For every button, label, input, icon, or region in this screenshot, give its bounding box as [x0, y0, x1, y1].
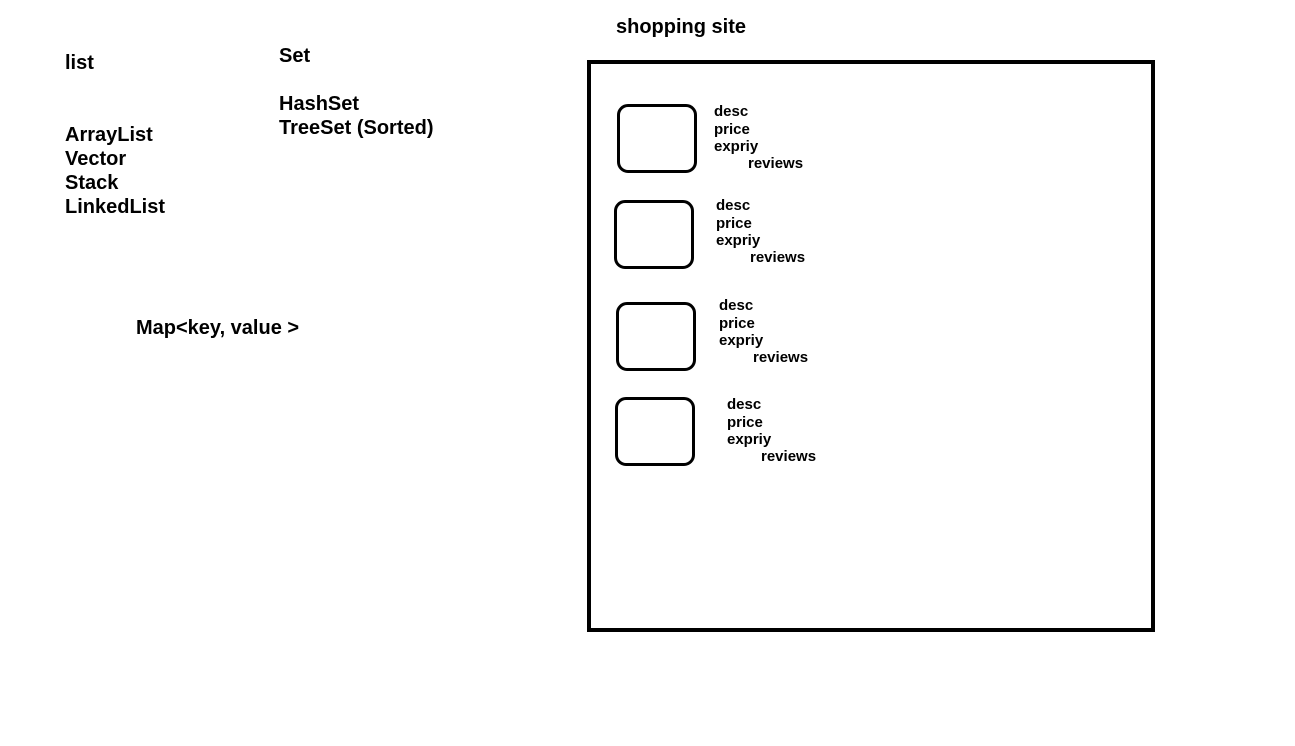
product-desc: desc: [727, 396, 762, 413]
set-item-hashset: HashSet: [279, 93, 360, 115]
product-expiry: expriy: [716, 232, 761, 249]
product-reviews: reviews: [748, 155, 804, 172]
list-item-stack: Stack: [65, 172, 119, 194]
product-image-placeholder: [616, 302, 696, 371]
list-item-vector: Vector: [65, 148, 127, 170]
product-desc: desc: [719, 297, 754, 314]
set-heading: Set: [279, 45, 311, 67]
list-item-arraylist: ArrayList: [65, 124, 153, 146]
product-expiry: expriy: [714, 138, 759, 155]
product-reviews: reviews: [761, 448, 817, 465]
shopping-site-title: shopping site: [616, 16, 746, 38]
product-desc: desc: [714, 103, 749, 120]
product-expiry: expriy: [727, 431, 772, 448]
map-label: Map<key, value >: [136, 317, 300, 339]
product-price: price: [714, 121, 750, 138]
product-price: price: [727, 414, 763, 431]
product-image-placeholder: [617, 104, 697, 173]
product-desc: desc: [716, 197, 751, 214]
product-image-placeholder: [614, 200, 694, 269]
product-price: price: [719, 315, 755, 332]
product-price: price: [716, 215, 752, 232]
product-reviews: reviews: [750, 249, 806, 266]
set-item-treeset: TreeSet (Sorted): [279, 117, 434, 139]
list-item-linkedlist: LinkedList: [65, 196, 166, 218]
product-expiry: expriy: [719, 332, 764, 349]
product-reviews: reviews: [753, 349, 809, 366]
product-image-placeholder: [615, 397, 695, 466]
list-heading: list: [65, 52, 94, 74]
